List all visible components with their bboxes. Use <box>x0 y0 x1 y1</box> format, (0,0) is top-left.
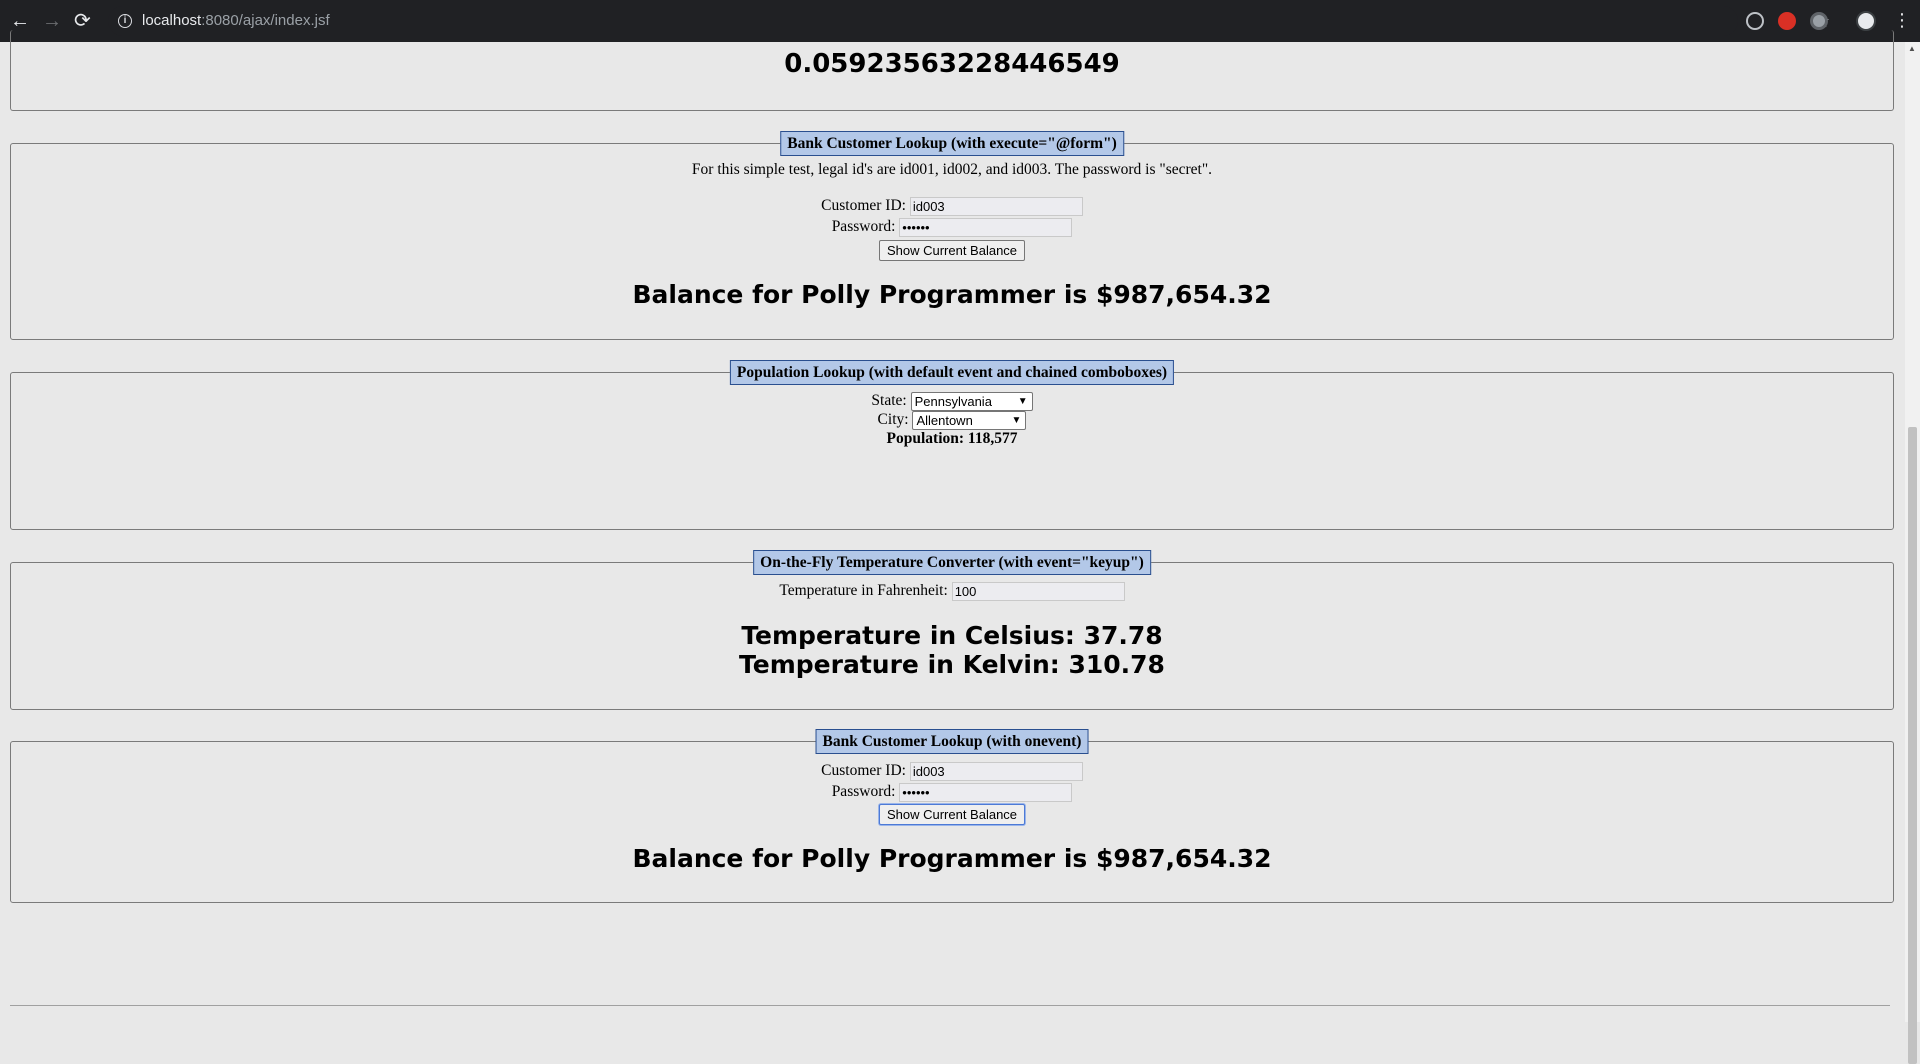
temperature-converter-legend: On-the-Fly Temperature Converter (with e… <box>753 550 1151 575</box>
city-select[interactable]: Allentown ▼ <box>912 411 1027 430</box>
bank-lookup-form-legend: Bank Customer Lookup (with execute="@for… <box>780 131 1124 156</box>
bank-note: For this simple test, legal id's are id0… <box>691 161 1213 178</box>
site-info-icon[interactable]: i <box>118 14 132 28</box>
bank-lookup-onevent-legend: Bank Customer Lookup (with onevent) <box>815 729 1089 754</box>
page-scrollbar[interactable]: ▲ <box>1905 42 1920 1064</box>
chevron-down-icon: ▼ <box>1017 396 1028 407</box>
balance-result: Balance for Polly Programmer is $987,654… <box>632 844 1272 873</box>
button-row: Show Current Balance <box>11 804 1893 825</box>
state-select-value: Pennsylvania <box>914 394 992 409</box>
reload-icon[interactable]: ⟳ <box>74 10 91 32</box>
state-row: State: Pennsylvania ▼ <box>11 392 1893 411</box>
city-select-value: Allentown <box>916 413 973 428</box>
random-number-value: 0.05923563228446549 <box>784 49 1120 79</box>
password-label: Password: <box>831 783 896 801</box>
city-label: City: <box>877 411 909 429</box>
profile-avatar-icon[interactable] <box>1856 11 1876 31</box>
customer-id-row: Customer ID: id003 <box>11 197 1893 216</box>
customer-id-input[interactable]: id003 <box>909 197 1083 216</box>
red-extension-icon[interactable] <box>1778 12 1796 30</box>
url-host: localhost <box>142 12 202 29</box>
temperature-converter-panel: On-the-Fly Temperature Converter (with e… <box>10 550 1894 710</box>
circle-extension-icon[interactable] <box>1810 12 1828 30</box>
show-balance-button[interactable]: Show Current Balance <box>878 804 1026 825</box>
footer-divider <box>10 1005 1890 1006</box>
bank-lookup-onevent-panel: Bank Customer Lookup (with onevent) Cust… <box>10 729 1894 903</box>
celsius-result: Temperature in Celsius: 37.78 <box>741 621 1163 650</box>
forward-arrow-icon[interactable]: → <box>42 10 62 32</box>
city-row: City: Allentown ▼ <box>11 411 1893 430</box>
customer-id-row: Customer ID: id003 <box>11 762 1893 781</box>
scrollbar-thumb[interactable] <box>1908 427 1917 1064</box>
population-lookup-panel: Population Lookup (with default event an… <box>10 360 1894 530</box>
browser-menu-icon[interactable]: ⋮ <box>1893 9 1911 31</box>
kelvin-result: Temperature in Kelvin: 310.78 <box>739 650 1165 679</box>
population-result: Population: 118,577 <box>886 430 1018 447</box>
bank-lookup-form-panel: Bank Customer Lookup (with execute="@for… <box>10 131 1894 340</box>
url-path: :8080/ajax/index.jsf <box>201 12 330 29</box>
button-row: Show Current Balance <box>11 240 1893 261</box>
show-balance-button[interactable]: Show Current Balance <box>878 240 1026 261</box>
back-arrow-icon[interactable]: ← <box>10 10 30 32</box>
password-input[interactable]: •••••• <box>899 218 1073 237</box>
password-row: Password: •••••• <box>11 783 1893 802</box>
globe-extension-icon[interactable] <box>1746 12 1764 30</box>
footer-links-cutoff <box>14 1014 1894 1022</box>
customer-id-input[interactable]: id003 <box>909 762 1083 781</box>
scroll-up-arrow-icon[interactable]: ▲ <box>1908 44 1916 53</box>
password-input[interactable]: •••••• <box>899 783 1073 802</box>
balance-result: Balance for Polly Programmer is $987,654… <box>632 280 1272 309</box>
state-label: State: <box>871 392 907 410</box>
chevron-down-icon: ▼ <box>1011 415 1022 426</box>
password-label: Password: <box>831 218 896 236</box>
password-row: Password: •••••• <box>11 218 1893 237</box>
fahrenheit-label: Temperature in Fahrenheit: <box>779 582 948 600</box>
random-number-panel: 0.05923563228446549 <box>10 30 1894 111</box>
fahrenheit-row: Temperature in Fahrenheit: 100 <box>11 582 1893 601</box>
customer-id-label: Customer ID: <box>821 762 906 780</box>
state-select[interactable]: Pennsylvania ▼ <box>910 392 1033 411</box>
customer-id-label: Customer ID: <box>821 197 906 215</box>
fahrenheit-input[interactable]: 100 <box>951 582 1125 601</box>
population-lookup-legend: Population Lookup (with default event an… <box>729 360 1175 385</box>
